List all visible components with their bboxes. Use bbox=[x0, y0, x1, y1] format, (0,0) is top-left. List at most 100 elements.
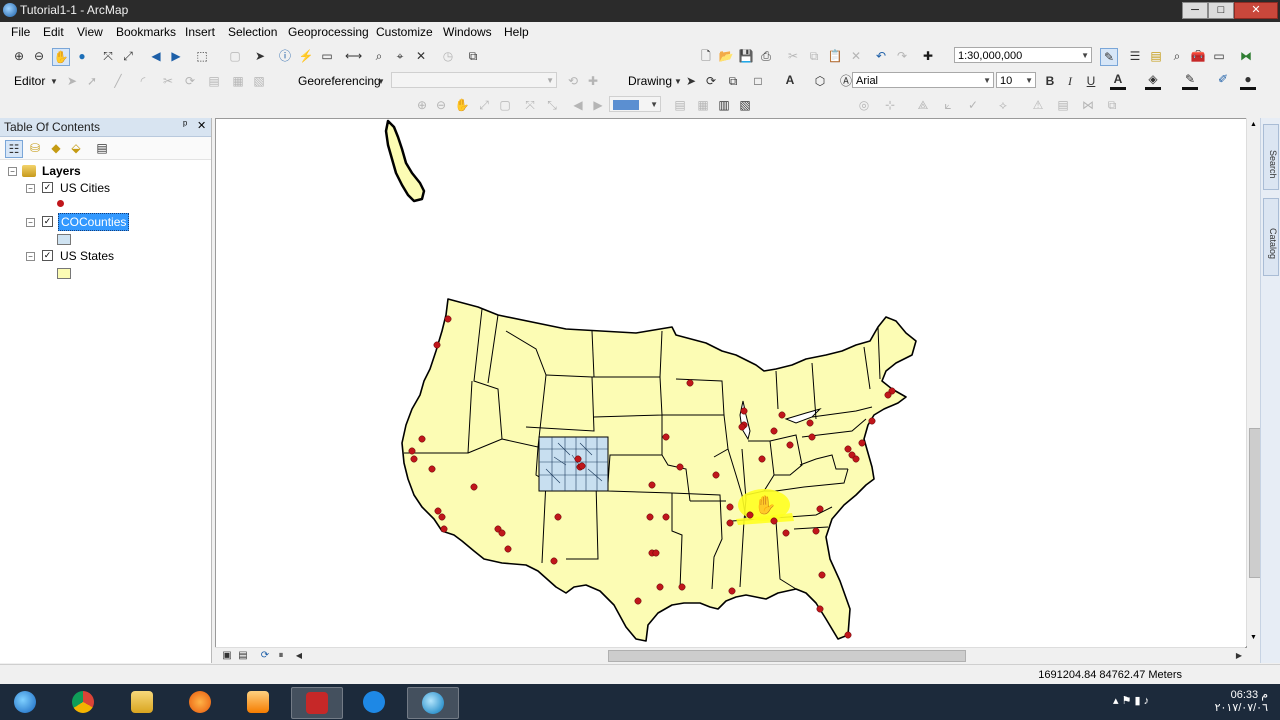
taskbar-media[interactable] bbox=[175, 687, 225, 717]
maximize-button[interactable]: □ bbox=[1208, 2, 1234, 19]
menu-geoprocessing[interactable]: Geoprocessing bbox=[288, 25, 369, 39]
us-states-collapse-icon[interactable]: − bbox=[26, 252, 35, 261]
zoom-to-selected-icon[interactable]: ⧉ bbox=[725, 73, 741, 89]
cocounties-collapse-icon[interactable]: − bbox=[26, 218, 35, 227]
topology-edit-icon[interactable]: ⟀ bbox=[940, 97, 956, 113]
zoom-100-icon[interactable]: ▢ bbox=[497, 97, 513, 113]
font-name-combo[interactable]: Arial ▼ bbox=[852, 72, 994, 88]
select-elements-icon[interactable]: ➤ bbox=[252, 48, 268, 64]
chevron-down-icon[interactable]: ▼ bbox=[1025, 73, 1033, 89]
chevron-down-icon[interactable]: ▼ bbox=[983, 73, 991, 89]
cocounties-checkbox[interactable]: ✓ bbox=[42, 216, 53, 227]
us-cities-checkbox[interactable]: ✓ bbox=[42, 182, 53, 193]
undo-icon[interactable]: ↶ bbox=[873, 48, 889, 64]
fixed-zoom-out-icon[interactable]: ⤢ bbox=[120, 48, 136, 64]
add-control-points-icon[interactable]: ✚ bbox=[585, 73, 601, 89]
save-icon[interactable]: 💾 bbox=[738, 48, 754, 64]
data-driven-pages-icon[interactable]: ▧ bbox=[737, 97, 753, 113]
font-size-combo[interactable]: 10 ▼ bbox=[996, 72, 1036, 88]
chevron-down-icon[interactable]: ▼ bbox=[546, 73, 554, 89]
minimize-button[interactable]: ─ bbox=[1182, 2, 1208, 19]
us-cities-symbol[interactable] bbox=[57, 200, 64, 207]
list-by-drawing-order-icon[interactable]: ☷ bbox=[5, 140, 23, 158]
point-marker-icon[interactable]: ● bbox=[1240, 71, 1256, 90]
edit-tool-icon[interactable]: ➤ bbox=[64, 73, 80, 89]
pan-icon[interactable]: ✋ bbox=[52, 48, 70, 66]
marker-color-icon[interactable]: ✐ bbox=[1215, 71, 1231, 87]
rotate-georef-icon[interactable]: ⟲ bbox=[565, 73, 581, 89]
chevron-down-icon[interactable]: ▼ bbox=[46, 74, 62, 90]
create-features-icon[interactable]: ▧ bbox=[251, 73, 267, 89]
data-view-icon[interactable]: ▤ bbox=[235, 648, 251, 664]
split-tool-icon[interactable]: ✂ bbox=[160, 73, 176, 89]
chevron-down-icon[interactable]: ▼ bbox=[373, 74, 389, 90]
zoom-out-icon[interactable]: ⊖ bbox=[31, 48, 47, 64]
error-inspector-icon[interactable]: ⚠ bbox=[1030, 97, 1046, 113]
map-topology-icon[interactable]: ⋈ bbox=[1080, 97, 1096, 113]
font-color-icon[interactable]: A bbox=[1110, 71, 1126, 90]
clear-selection-icon[interactable]: ▢ bbox=[227, 48, 243, 64]
layout-pan-icon[interactable]: ✋ bbox=[454, 97, 470, 113]
tray-icons[interactable]: ▴ ⚑ ▮ ♪ bbox=[1113, 694, 1149, 707]
menu-view[interactable]: View bbox=[77, 25, 103, 39]
chevron-down-icon[interactable]: ▼ bbox=[1081, 48, 1089, 64]
scroll-right-icon[interactable]: ▶ bbox=[1231, 648, 1247, 664]
menu-bookmarks[interactable]: Bookmarks bbox=[116, 25, 176, 39]
italic-button[interactable]: I bbox=[1062, 73, 1078, 89]
us-cities-collapse-icon[interactable]: − bbox=[26, 184, 35, 193]
list-by-visibility-icon[interactable]: ◆ bbox=[48, 140, 64, 156]
edit-vertices-icon[interactable]: ⬡ bbox=[812, 73, 828, 89]
us-states-checkbox[interactable]: ✓ bbox=[42, 250, 53, 261]
fixed-zoom-in-icon[interactable]: ⤧ bbox=[100, 48, 116, 64]
rotate-tool-icon[interactable]: ⟳ bbox=[182, 73, 198, 89]
toggle-draft-icon[interactable]: ▤ bbox=[672, 97, 688, 113]
taskbar-clock[interactable]: 06:33 م ٢٠١٧/٠٧/٠٦ bbox=[1215, 689, 1268, 715]
horizontal-scrollbar[interactable]: ▣ ▤ ⟳ ⏸ ◀ ▶ bbox=[215, 647, 1245, 663]
find-icon[interactable]: ⌕ bbox=[371, 48, 387, 64]
hyperlink-icon[interactable]: ⚡ bbox=[298, 48, 314, 64]
cut-icon[interactable]: ✂ bbox=[785, 48, 801, 64]
menu-selection[interactable]: Selection bbox=[228, 25, 277, 39]
scroll-left-icon[interactable]: ◀ bbox=[291, 648, 307, 664]
menu-insert[interactable]: Insert bbox=[185, 25, 215, 39]
zoom-in-icon[interactable]: ⊕ bbox=[11, 48, 27, 64]
snapping-icon[interactable]: ◎ bbox=[856, 97, 872, 113]
search-dock-tab[interactable]: Search bbox=[1263, 124, 1279, 190]
bold-button[interactable]: B bbox=[1042, 73, 1058, 89]
cocounties-symbol[interactable] bbox=[57, 234, 71, 245]
refresh-view-icon[interactable]: ⟳ bbox=[257, 648, 273, 664]
new-document-icon[interactable]: 🗋 bbox=[698, 48, 714, 64]
us-states-symbol[interactable] bbox=[57, 268, 71, 279]
rectangle-icon[interactable]: □ bbox=[750, 73, 766, 89]
measure-icon[interactable]: ⟷ bbox=[345, 48, 362, 64]
topology-icon[interactable]: ⟁ bbox=[915, 97, 931, 113]
time-slider-icon[interactable]: ◷ bbox=[440, 48, 456, 64]
fill-color-icon[interactable]: ◈ bbox=[1145, 71, 1161, 90]
catalog-icon[interactable]: ▤ bbox=[1148, 48, 1164, 64]
layout-zoom-in-icon[interactable]: ⊕ bbox=[414, 97, 430, 113]
change-layout-icon[interactable]: ▥ bbox=[716, 97, 732, 113]
chevron-down-icon[interactable]: ▼ bbox=[650, 97, 658, 113]
taskbar-explorer[interactable] bbox=[117, 687, 167, 717]
line-color-icon[interactable]: ✎ bbox=[1182, 71, 1198, 90]
rotate-element-icon[interactable]: ⟳ bbox=[703, 73, 719, 89]
find-route-icon[interactable]: ⌖ bbox=[392, 48, 408, 64]
menu-help[interactable]: Help bbox=[504, 25, 529, 39]
edit-annotation-icon[interactable]: ➚ bbox=[84, 73, 100, 89]
forward-extent-icon[interactable]: ▶ bbox=[168, 48, 184, 64]
straight-segment-icon[interactable]: ╱ bbox=[110, 73, 126, 89]
select-features-icon[interactable]: ⬚ bbox=[194, 48, 210, 64]
editor-menu[interactable]: Editor bbox=[14, 74, 45, 88]
open-icon[interactable]: 📂 bbox=[718, 48, 734, 64]
editor-toolbar-icon[interactable]: ✎ bbox=[1100, 48, 1118, 66]
copy-icon[interactable]: ⧉ bbox=[806, 48, 822, 64]
menu-customize[interactable]: Customize bbox=[376, 25, 433, 39]
fixed-layout-zoom-in-icon[interactable]: ⤧ bbox=[522, 97, 538, 113]
create-viewer-icon[interactable]: ⧉ bbox=[465, 48, 481, 64]
table-of-contents-icon[interactable]: ☰ bbox=[1127, 48, 1143, 64]
layer-cocounties[interactable]: COCounties bbox=[58, 213, 130, 231]
scroll-up-icon[interactable]: ▲ bbox=[1250, 121, 1257, 128]
layout-zoom-out-icon[interactable]: ⊖ bbox=[433, 97, 449, 113]
menu-edit[interactable]: Edit bbox=[43, 25, 64, 39]
underline-button[interactable]: U bbox=[1083, 73, 1099, 89]
